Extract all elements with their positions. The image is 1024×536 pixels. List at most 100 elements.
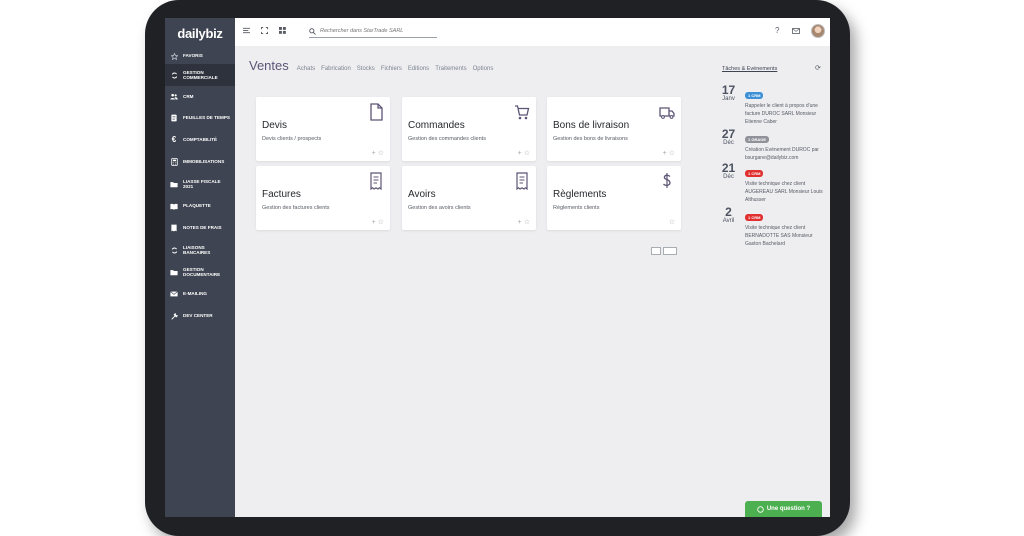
sidebar-item-label: Plaquette <box>183 203 211 209</box>
event-date: 27 Déc <box>718 128 739 146</box>
sidebar-item-label: Notes de frais <box>183 225 222 231</box>
app-screen: dailybiz Favoris Gestion commerciale CRM… <box>165 18 830 517</box>
sidebar-item-dev-center[interactable]: Dev Center <box>165 305 235 327</box>
refresh-icon[interactable]: ⟳ <box>815 64 821 72</box>
sidebar-item-gestion-documentaire[interactable]: Gestion documentaire <box>165 261 235 283</box>
grid-icon[interactable] <box>279 26 286 36</box>
nav-link-achats[interactable]: Achats <box>297 66 315 72</box>
event-month: Avril <box>722 218 735 224</box>
help-icon[interactable]: ? <box>775 26 779 35</box>
sidebar-item-label: Feuilles de temps <box>183 115 230 121</box>
event-day: 27 <box>721 127 736 141</box>
plus-icon[interactable]: + <box>518 150 522 157</box>
card-title: Avoirs <box>408 189 436 200</box>
nav-link-options[interactable]: Options <box>473 66 494 72</box>
book-icon <box>169 203 179 210</box>
module-nav: Ventes Achats Fabrication Stocks Fichier… <box>249 58 499 73</box>
receipt-icon <box>169 224 179 232</box>
event-text: Visite technique chez client AUGEREAU SA… <box>745 181 823 203</box>
star-icon[interactable]: ☆ <box>378 150 384 157</box>
folder-icon <box>169 181 179 188</box>
sidebar-item-feuilles-de-temps[interactable]: Feuilles de temps <box>165 107 235 129</box>
avatar[interactable] <box>811 24 825 38</box>
event-date: 21 Déc <box>718 162 739 180</box>
star-icon[interactable]: ☆ <box>669 219 675 226</box>
event-badge: 1 CRM <box>745 214 764 221</box>
event-day: 17 <box>721 83 736 97</box>
euro-icon: € <box>171 135 177 145</box>
nav-link-fabrication[interactable]: Fabrication <box>321 66 351 72</box>
credit-note-icon <box>516 172 528 190</box>
card-title: Devis <box>262 120 288 131</box>
card-factures[interactable]: Factures Gestion des factures clients + … <box>256 166 390 230</box>
card-title: Factures <box>262 189 301 200</box>
sidebar-item-label: CRM <box>183 93 194 99</box>
chat-icon <box>757 505 764 513</box>
event-text: Rappeler le client à propos d'une factur… <box>745 103 818 125</box>
card-devis[interactable]: Devis Devis clients / prospects + ☆ <box>256 97 390 161</box>
plus-icon[interactable]: + <box>372 150 376 157</box>
bank-sync-icon <box>169 247 179 254</box>
card-commandes[interactable]: Commandes Gestion des commandes clients … <box>402 97 536 161</box>
wrench-icon <box>169 312 179 320</box>
grid-view-button[interactable] <box>663 247 677 255</box>
plus-icon[interactable]: + <box>663 150 667 157</box>
plus-icon[interactable]: + <box>372 219 376 226</box>
chat-button[interactable]: Une question ? <box>745 501 822 517</box>
card-subtitle: Règlements clients <box>553 205 600 211</box>
event-badge: 1 GRAGE <box>745 136 770 143</box>
event-text: Création Evénement DUROC par bsurgane@da… <box>745 147 819 161</box>
sidebar-item-label: Dev Center <box>183 313 213 319</box>
event-date: 17 Janv <box>718 84 739 102</box>
chat-button-label: Une question ? <box>766 506 811 512</box>
cart-icon <box>515 105 530 120</box>
sidebar-item-notes-de-frais[interactable]: Notes de frais <box>165 217 235 239</box>
card-subtitle: Gestion des commandes clients <box>408 136 486 142</box>
plus-icon[interactable]: + <box>518 219 522 226</box>
sidebar-item-e-mailing[interactable]: E-mailing <box>165 283 235 305</box>
star-icon[interactable]: ☆ <box>524 219 530 226</box>
sidebar-item-favoris[interactable]: Favoris <box>165 48 235 64</box>
sidebar: dailybiz Favoris Gestion commerciale CRM… <box>165 18 235 517</box>
star-icon[interactable]: ☆ <box>378 219 384 226</box>
list-view-button[interactable] <box>651 247 661 255</box>
event-date: 2 Avril <box>718 206 739 224</box>
sidebar-item-plaquette[interactable]: Plaquette <box>165 195 235 217</box>
sidebar-item-liaisons-bancaires[interactable]: Liaisons bancaires <box>165 239 235 261</box>
mail-icon[interactable] <box>792 26 800 36</box>
sidebar-item-immobilisations[interactable]: Immobilisations <box>165 151 235 173</box>
email-icon <box>169 291 179 297</box>
sidebar-item-label: Favoris <box>183 53 203 59</box>
star-icon[interactable]: ☆ <box>669 150 675 157</box>
card-avoirs[interactable]: Avoirs Gestion des avoirs clients + ☆ <box>402 166 536 230</box>
sidebar-item-crm[interactable]: CRM <box>165 86 235 107</box>
tasks-events-title[interactable]: Tâches & Evénements <box>722 66 777 72</box>
sidebar-item-gestion-commerciale[interactable]: Gestion commerciale <box>165 64 235 86</box>
card-actions: + ☆ <box>518 218 530 226</box>
menu-icon[interactable] <box>243 26 250 36</box>
card-subtitle: Gestion des bons de livraisons <box>553 136 628 142</box>
card-title: Bons de livraison <box>553 120 630 131</box>
card-bons-de-livraison[interactable]: Bons de livraison Gestion des bons de li… <box>547 97 681 161</box>
card-subtitle: Gestion des factures clients <box>262 205 330 211</box>
event-day: 2 <box>725 205 732 219</box>
nav-link-traitements[interactable]: Traitements <box>435 66 466 72</box>
card-reglements[interactable]: Règlements Règlements clients ☆ <box>547 166 681 230</box>
sidebar-item-comptabilite[interactable]: € Comptabilité <box>165 129 235 151</box>
sidebar-item-label: Liasse fiscale 2021 <box>183 178 221 190</box>
sidebar-item-liasse-fiscale[interactable]: Liasse fiscale 2021 <box>165 173 235 195</box>
star-icon[interactable]: ☆ <box>524 150 530 157</box>
event-badge: 1 CRM <box>745 170 764 177</box>
sidebar-item-label: Immobilisations <box>183 159 225 165</box>
users-icon <box>169 93 179 100</box>
search-input[interactable] <box>320 28 435 34</box>
truck-icon <box>659 107 675 119</box>
fullscreen-icon[interactable] <box>261 26 268 36</box>
star-icon <box>169 52 179 60</box>
search-icon <box>309 27 316 35</box>
page-title: Ventes <box>249 58 289 73</box>
nav-link-editions[interactable]: Editions <box>408 66 429 72</box>
search-bar <box>309 25 437 38</box>
nav-link-stocks[interactable]: Stocks <box>357 66 375 72</box>
nav-link-fichiers[interactable]: Fichiers <box>381 66 402 72</box>
